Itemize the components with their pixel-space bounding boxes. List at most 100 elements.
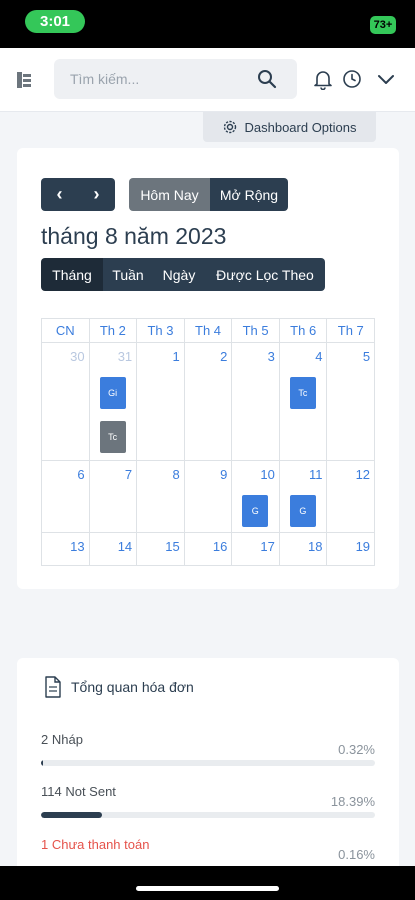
search-placeholder: Tìm kiếm... (70, 71, 140, 87)
day-number[interactable]: 30 (70, 349, 84, 364)
day-cell[interactable]: 10 G (232, 461, 280, 533)
invoice-status-link[interactable]: 1 Chưa thanh toán (41, 837, 149, 852)
day-cell[interactable]: 18 (279, 533, 328, 566)
day-number[interactable]: 17 (260, 539, 274, 554)
day-number[interactable]: 2 (220, 349, 227, 364)
weekday-header: Th 7 (327, 319, 376, 343)
weekday-header: Th 4 (184, 319, 233, 343)
day-number[interactable]: 1 (173, 349, 180, 364)
invoice-overview-widget: Tổng quan hóa đơn 2 Nháp 0.32% 114 Not S… (17, 658, 399, 878)
calendar-event[interactable]: Gi (99, 377, 126, 409)
day-number[interactable]: 7 (125, 467, 132, 482)
weekday-header: CN (42, 319, 90, 343)
home-indicator-bar (0, 866, 415, 900)
notification-bell-icon[interactable] (312, 68, 334, 90)
day-cell[interactable]: 15 (137, 533, 185, 566)
invoice-overview-title: Tổng quan hóa đơn (71, 679, 194, 695)
day-cell[interactable]: 3 (232, 343, 280, 461)
day-number[interactable]: 31 (118, 349, 132, 364)
invoice-status-percent: 0.32% (338, 742, 375, 757)
invoice-status-link[interactable]: 114 Not Sent (41, 784, 116, 799)
expand-button[interactable]: Mở Rộng (210, 178, 288, 211)
invoice-progress-bar (41, 812, 375, 818)
day-cell[interactable]: 14 (89, 533, 138, 566)
day-cell[interactable]: 16 (184, 533, 233, 566)
weekday-header-row: CN Th 2 Th 3 Th 4 Th 5 Th 6 Th 7 (42, 319, 376, 343)
view-week-tab[interactable]: Tuần (103, 258, 153, 291)
day-cell[interactable]: 7 (89, 461, 138, 533)
search-icon[interactable] (257, 69, 277, 89)
invoice-status-percent: 18.39% (330, 794, 375, 809)
chevron-down-icon[interactable] (375, 68, 397, 90)
prev-month-button[interactable]: ‹ (41, 178, 78, 211)
day-cell[interactable]: 31 Gi Tc (89, 343, 138, 461)
weekday-header: Th 3 (137, 319, 185, 343)
top-header: Tìm kiếm... (0, 48, 415, 112)
document-icon (45, 676, 61, 698)
week-row: 6 7 8 9 10 G 11 G 12 (42, 461, 376, 533)
invoice-status-percent: 0.16% (338, 847, 375, 862)
day-cell[interactable]: 12 (327, 461, 376, 533)
calendar-nav-group: ‹ › (41, 178, 115, 211)
search-input[interactable]: Tìm kiếm... (54, 59, 297, 99)
calendar-month-title: tháng 8 năm 2023 (41, 223, 227, 249)
calendar-widget: ‹ › Hôm Nay Mở Rộng tháng 8 năm 2023 Thá… (17, 148, 399, 589)
day-number[interactable]: 10 (260, 467, 274, 482)
calendar-view-switcher: Tháng Tuần Ngày Được Lọc Theo (41, 258, 325, 291)
view-filtered-tab[interactable]: Được Lọc Theo (205, 258, 325, 291)
day-cell[interactable]: 13 (42, 533, 90, 566)
day-cell[interactable]: 17 (232, 533, 280, 566)
day-number[interactable]: 11 (309, 467, 323, 482)
day-number[interactable]: 8 (173, 467, 180, 482)
calendar-event[interactable]: G (242, 495, 269, 527)
day-cell[interactable]: 30 (42, 343, 90, 461)
day-number[interactable]: 6 (77, 467, 84, 482)
weekday-header: Th 5 (232, 319, 280, 343)
day-cell[interactable]: 9 (184, 461, 233, 533)
day-number[interactable]: 16 (213, 539, 227, 554)
day-cell[interactable]: 4 Tc (279, 343, 328, 461)
week-row: 13 14 15 16 17 18 19 (42, 533, 376, 566)
day-number[interactable]: 14 (118, 539, 132, 554)
dashboard-options-label: Dashboard Options (244, 119, 357, 135)
day-number[interactable]: 12 (356, 467, 370, 482)
view-day-tab[interactable]: Ngày (153, 258, 205, 291)
dashboard-options-button[interactable]: Dashboard Options (203, 112, 376, 142)
sidebar-toggle-icon[interactable] (17, 72, 31, 88)
invoice-progress-fill (41, 812, 103, 818)
weekday-header: Th 2 (89, 319, 138, 343)
day-number[interactable]: 15 (165, 539, 179, 554)
invoice-status-link[interactable]: 2 Nháp (41, 732, 83, 747)
status-time: 3:01 (25, 10, 85, 33)
today-button[interactable]: Hôm Nay (129, 178, 210, 211)
day-cell[interactable]: 2 (184, 343, 233, 461)
day-number[interactable]: 4 (315, 349, 322, 364)
calendar-today-group: Hôm Nay Mở Rộng (129, 178, 288, 211)
day-cell[interactable]: 1 (137, 343, 185, 461)
day-cell[interactable]: 5 (327, 343, 376, 461)
day-cell[interactable]: 6 (42, 461, 90, 533)
invoice-progress-bar (41, 760, 375, 766)
calendar-event[interactable]: G (289, 495, 316, 527)
calendar-event[interactable]: Tc (99, 421, 126, 453)
view-month-tab[interactable]: Tháng (41, 258, 103, 291)
week-row: 30 31 Gi Tc 1 2 3 4 Tc 5 (42, 343, 376, 461)
calendar-event[interactable]: Tc (289, 377, 316, 409)
day-cell[interactable]: 8 (137, 461, 185, 533)
status-bar: 3:01 73+ (0, 0, 415, 48)
invoice-progress-fill (41, 760, 43, 766)
day-number[interactable]: 5 (363, 349, 370, 364)
day-number[interactable]: 13 (70, 539, 84, 554)
day-cell[interactable]: 11 G (279, 461, 328, 533)
battery-indicator: 73+ (370, 16, 396, 34)
calendar-grid: CN Th 2 Th 3 Th 4 Th 5 Th 6 Th 7 30 31 Gi… (41, 318, 376, 566)
day-number[interactable]: 18 (308, 539, 322, 554)
day-cell[interactable]: 19 (327, 533, 376, 566)
home-indicator[interactable] (136, 886, 279, 891)
next-month-button[interactable]: › (78, 178, 115, 211)
weekday-header: Th 6 (279, 319, 328, 343)
day-number[interactable]: 3 (268, 349, 275, 364)
day-number[interactable]: 19 (356, 539, 370, 554)
clock-icon[interactable] (341, 68, 363, 90)
day-number[interactable]: 9 (220, 467, 227, 482)
